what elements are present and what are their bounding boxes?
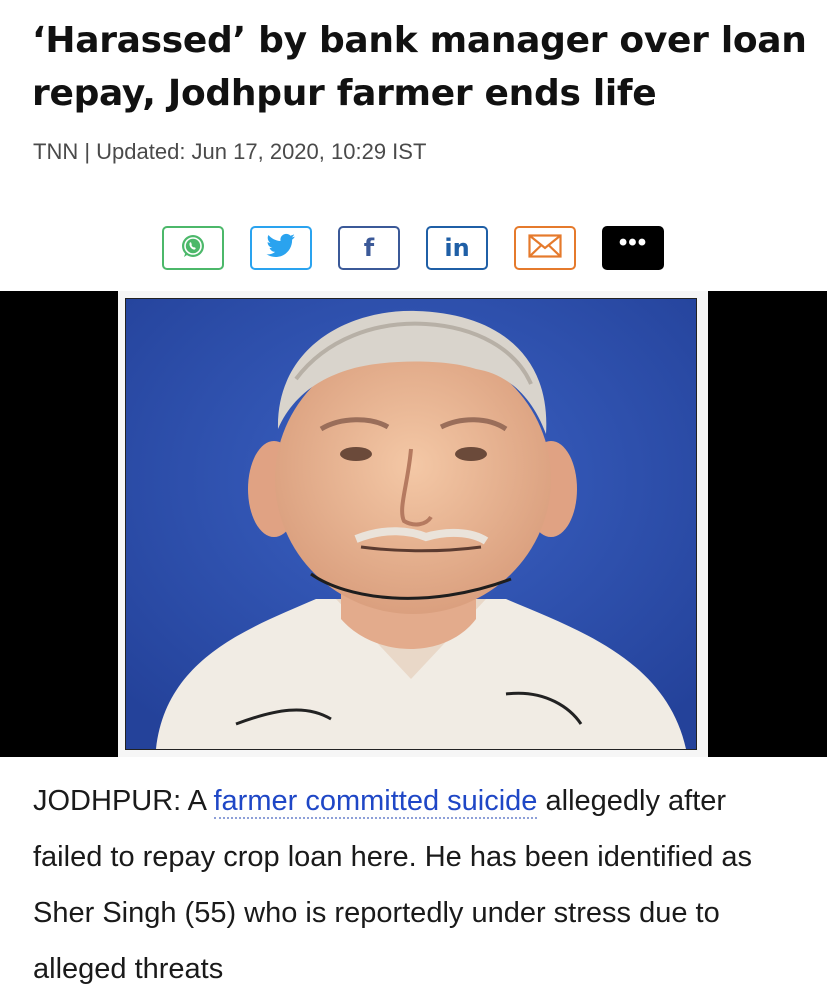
more-icon: ••• bbox=[618, 229, 648, 256]
more-share-button[interactable]: ••• bbox=[602, 226, 664, 270]
whatsapp-icon bbox=[179, 232, 207, 265]
related-link[interactable]: farmer committed suicide bbox=[213, 785, 538, 819]
article-photo bbox=[125, 298, 697, 750]
mail-icon bbox=[528, 233, 562, 263]
article-lead: JODHPUR: A bbox=[33, 785, 214, 817]
article-body: JODHPUR: A farmer committed suicide alle… bbox=[33, 773, 793, 997]
twitter-share-button[interactable] bbox=[250, 226, 312, 270]
whatsapp-share-button[interactable] bbox=[162, 226, 224, 270]
twitter-icon bbox=[266, 233, 296, 264]
facebook-icon: f bbox=[363, 234, 375, 262]
linkedin-share-button[interactable]: in bbox=[426, 226, 488, 270]
email-share-button[interactable] bbox=[514, 226, 576, 270]
linkedin-icon: in bbox=[444, 234, 470, 262]
article-byline: TNN | Updated: Jun 17, 2020, 10:29 IST bbox=[33, 139, 427, 164]
share-bar: f in ••• bbox=[162, 226, 664, 270]
facebook-share-button[interactable]: f bbox=[338, 226, 400, 270]
article-headline: ‘Harassed’ by bank manager over loan rep… bbox=[32, 20, 807, 114]
